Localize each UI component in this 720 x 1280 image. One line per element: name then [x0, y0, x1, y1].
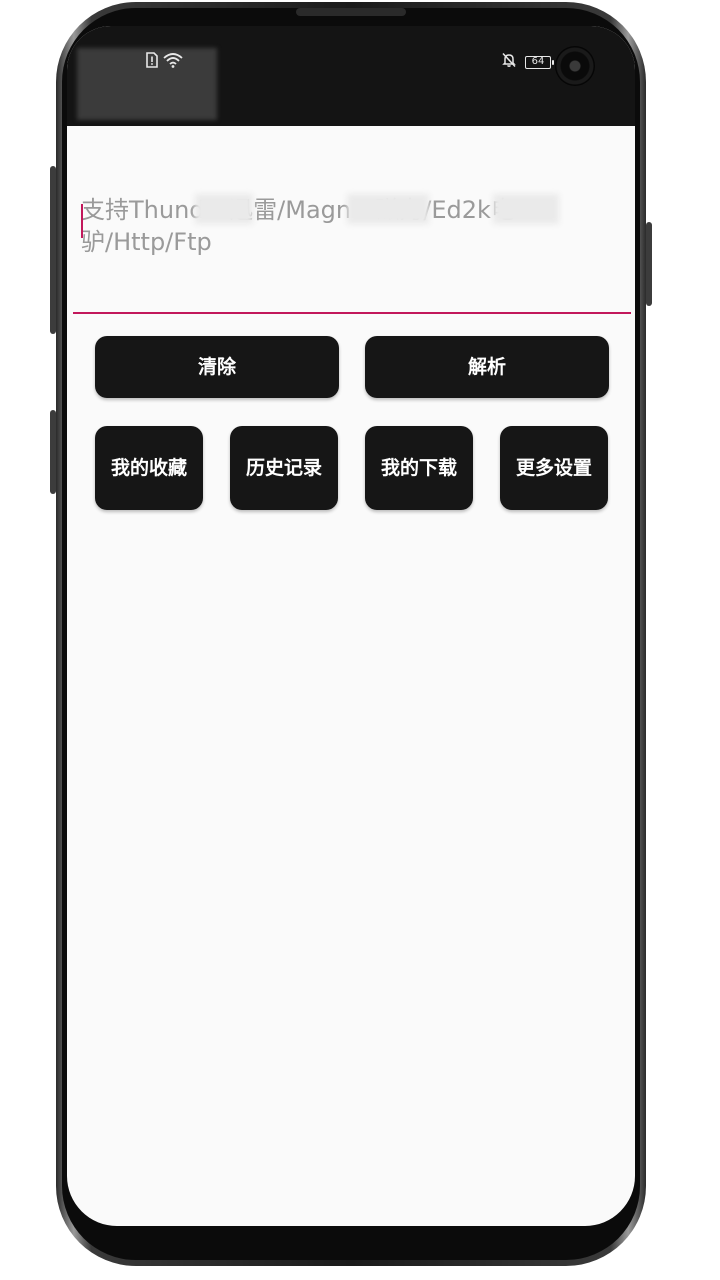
- earpiece-speaker: [296, 8, 406, 16]
- redacted-placeholder-1: [195, 194, 253, 224]
- parse-button[interactable]: 解析: [365, 336, 609, 398]
- bell-off-icon: [501, 52, 517, 72]
- link-input-area: [73, 190, 629, 314]
- app-screen: 64 清除 解析 我的收藏 历史记录 我的下载 更多设置: [67, 26, 635, 1226]
- downloads-button[interactable]: 我的下载: [365, 426, 473, 510]
- status-right-icons: 64: [501, 52, 554, 72]
- history-button[interactable]: 历史记录: [230, 426, 338, 510]
- favorites-button[interactable]: 我的收藏: [95, 426, 203, 510]
- status-left-icons: [145, 52, 183, 72]
- wifi-icon: [163, 52, 183, 72]
- sim-alert-icon: [145, 52, 159, 72]
- redacted-placeholder-2: [347, 194, 429, 224]
- text-cursor: [81, 204, 83, 238]
- clear-button[interactable]: 清除: [95, 336, 339, 398]
- battery-level: 64: [531, 55, 545, 67]
- redacted-placeholder-3: [493, 194, 559, 224]
- input-underline: [73, 312, 631, 314]
- device-mockup: 64 清除 解析 我的收藏 历史记录 我的下载 更多设置: [0, 0, 720, 1280]
- power-button: [646, 222, 652, 306]
- status-bar: 64: [67, 26, 635, 126]
- more-settings-button[interactable]: 更多设置: [500, 426, 608, 510]
- front-camera: [555, 46, 595, 86]
- battery-icon: 64: [525, 55, 554, 69]
